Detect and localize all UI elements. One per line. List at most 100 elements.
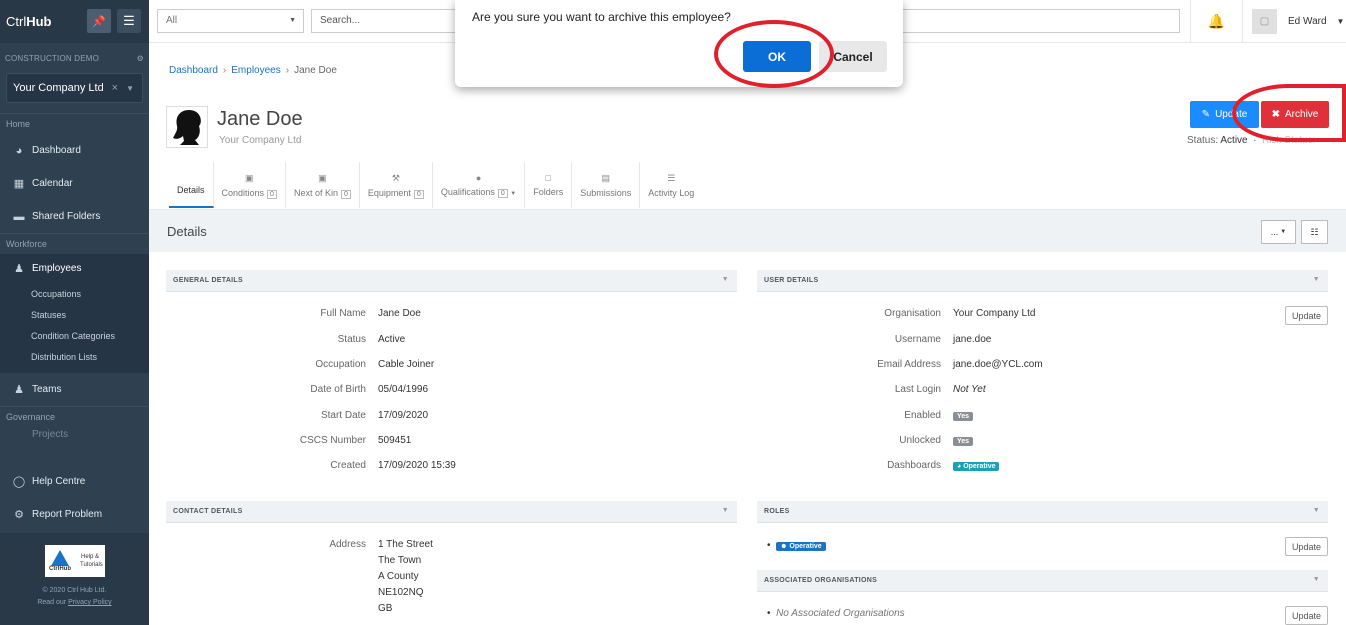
chevron-down-icon[interactable]: ▼ bbox=[126, 84, 134, 93]
breadcrumb-employees[interactable]: Employees bbox=[231, 65, 280, 76]
field-label: Unlocked bbox=[899, 435, 941, 446]
help-logo-sub: Help & Tutorials bbox=[80, 554, 103, 568]
nav-label: Shared Folders bbox=[32, 211, 101, 222]
tab-qualifications[interactable]: ● Qualifications 0 ▼ bbox=[433, 162, 526, 208]
employee-org: Your Company Ltd bbox=[219, 135, 302, 146]
general-heading: GENERAL DETAILS bbox=[173, 277, 243, 284]
nav-teams[interactable]: ♟ Teams bbox=[0, 373, 149, 406]
copyright-text: © 2020 Ctrl Hub Ltd. bbox=[42, 587, 107, 594]
chevron-down-icon: ▼ bbox=[289, 17, 296, 24]
list-icon: ☰ bbox=[667, 172, 676, 183]
field-label: Enabled bbox=[904, 410, 941, 421]
edit-icon: ✎ bbox=[1201, 109, 1211, 120]
contact-heading: CONTACT DETAILS bbox=[173, 508, 243, 515]
org-header: CONSTRUCTION DEMO ⚙ bbox=[0, 43, 149, 73]
sidebar-bottom: ◯ Help Centre ⚙ Report Problem bbox=[0, 465, 149, 531]
nav-help-centre[interactable]: ◯ Help Centre bbox=[0, 465, 149, 498]
user-update-button[interactable]: Update bbox=[1285, 306, 1328, 325]
nav-distribution-lists[interactable]: Distribution Lists bbox=[0, 346, 149, 367]
dashboard-badge[interactable]: ◕ Operative bbox=[953, 462, 1000, 471]
bell-icon[interactable]: 🔔 bbox=[1190, 0, 1243, 43]
avatar: ▢ bbox=[1252, 9, 1277, 34]
nav-occupations[interactable]: Occupations bbox=[0, 283, 149, 304]
nav-dashboard[interactable]: ◕ Dashboard bbox=[0, 134, 149, 167]
globe-icon: ◯ bbox=[12, 476, 26, 488]
section-workforce: Workforce bbox=[6, 239, 47, 249]
calendar-icon: ▦ bbox=[13, 178, 25, 190]
field-value: Jane Doe bbox=[378, 308, 421, 319]
tab-folders[interactable]: □ Folders bbox=[525, 162, 573, 208]
certificate-icon: ● bbox=[475, 173, 482, 183]
highlight-ring-ok bbox=[714, 20, 834, 88]
breadcrumb-current: Jane Doe bbox=[294, 65, 337, 76]
help-tutorials-logo[interactable]: CtrlHub Help & Tutorials bbox=[44, 545, 105, 577]
app-logo[interactable]: CtrlHub bbox=[6, 14, 52, 29]
filter-select[interactable]: All ▼ bbox=[157, 9, 304, 33]
nav-report-problem[interactable]: ⚙ Report Problem bbox=[0, 498, 149, 531]
general-details-header[interactable]: GENERAL DETAILS ▼ bbox=[166, 270, 737, 292]
chevron-down-icon: ▼ bbox=[1312, 507, 1320, 514]
nav-projects[interactable]: Projects bbox=[0, 427, 149, 441]
folder-icon: □ bbox=[545, 173, 551, 183]
user-name: Ed Ward bbox=[1288, 16, 1327, 27]
brand-bar: CtrlHub 📌 ☰ bbox=[0, 0, 149, 43]
nav-employees[interactable]: ♟ Employees bbox=[0, 254, 149, 283]
assoc-update-button[interactable]: Update bbox=[1285, 606, 1328, 625]
more-options-label: ... bbox=[1270, 227, 1279, 237]
nav-shared-folders[interactable]: ▬ Shared Folders bbox=[0, 200, 149, 233]
tab-conditions[interactable]: ▣ Conditions 0 bbox=[214, 162, 286, 208]
menu-icon[interactable]: ☰ bbox=[117, 9, 141, 33]
field-value: 509451 bbox=[378, 435, 412, 446]
nav-label: Report Problem bbox=[32, 509, 103, 520]
breadcrumb: Dashboard › Employees › Jane Doe bbox=[169, 65, 337, 76]
tab-label: Folders bbox=[533, 187, 564, 197]
email-link[interactable]: jane.doe@YCL.com bbox=[953, 359, 1043, 370]
tab-count: 0 bbox=[267, 189, 277, 199]
roles-header[interactable]: ROLES ▼ bbox=[757, 501, 1328, 523]
chevron-down-icon: ▼ bbox=[510, 191, 517, 197]
read-our-text: Read our bbox=[37, 599, 67, 606]
field-label: Created bbox=[330, 460, 366, 471]
clear-icon[interactable]: × bbox=[112, 82, 118, 94]
bullet: • bbox=[767, 608, 771, 619]
assoc-orgs-header[interactable]: ASSOCIATED ORGANISATIONS ▼ bbox=[757, 570, 1328, 592]
field-label: Organisation bbox=[884, 308, 941, 319]
help-box: CtrlHub Help & Tutorials © 2020 Ctrl Hub… bbox=[0, 533, 149, 625]
contact-details-header[interactable]: CONTACT DETAILS ▼ bbox=[166, 501, 737, 523]
roles-update-button[interactable]: Update bbox=[1285, 537, 1328, 556]
tab-submissions[interactable]: ▤ Submissions bbox=[572, 162, 641, 208]
address-line: A County bbox=[378, 571, 419, 582]
breadcrumb-dashboard[interactable]: Dashboard bbox=[169, 65, 218, 76]
org-select-value: Your Company Ltd bbox=[13, 82, 104, 94]
nav-condition-categories[interactable]: Condition Categories bbox=[0, 325, 149, 346]
briefcase-icon: ▣ bbox=[244, 172, 254, 183]
tab-equipment[interactable]: ⚒ Equipment 0 bbox=[360, 162, 433, 208]
role-badge-label: Operative bbox=[789, 543, 822, 550]
address-line: GB bbox=[378, 603, 393, 614]
tab-details[interactable]: Details bbox=[169, 162, 214, 208]
privacy-policy-link[interactable]: Privacy Policy bbox=[68, 599, 112, 606]
field-value: 17/09/2020 bbox=[378, 410, 429, 421]
tab-activity-log[interactable]: ☰ Activity Log bbox=[640, 162, 702, 208]
nav-label: Help Centre bbox=[32, 476, 86, 487]
chevron-down-icon: ▼ bbox=[1280, 229, 1287, 235]
nav-statuses[interactable]: Statuses bbox=[0, 304, 149, 325]
address-line: 1 The Street bbox=[378, 539, 433, 550]
nav-calendar[interactable]: ▦ Calendar bbox=[0, 167, 149, 200]
pin-icon[interactable]: 📌 bbox=[87, 9, 111, 33]
field-label: Last Login bbox=[894, 384, 941, 395]
field-value: 17/09/2020 15:39 bbox=[378, 460, 456, 471]
more-options-button[interactable]: ... ▼ bbox=[1261, 220, 1296, 244]
triangle-logo-icon bbox=[51, 550, 69, 566]
user-details-header[interactable]: USER DETAILS ▼ bbox=[757, 270, 1328, 292]
hierarchy-button[interactable]: ☷ bbox=[1301, 220, 1328, 244]
gear-icon[interactable]: ⚙ bbox=[137, 54, 144, 63]
user-menu[interactable]: ▢ Ed Ward ▼ bbox=[1244, 0, 1344, 43]
chevron-down-icon: ▼ bbox=[721, 507, 729, 514]
roles-heading: ROLES bbox=[764, 508, 790, 515]
field-label: Status bbox=[337, 334, 366, 345]
tab-next-of-kin[interactable]: ▣ Next of Kin 0 bbox=[286, 162, 360, 208]
role-badge: ☻ Operative bbox=[776, 542, 826, 551]
org-select[interactable]: Your Company Ltd × ▼ bbox=[6, 73, 143, 103]
dashboard-badge-label: Operative bbox=[963, 463, 996, 470]
